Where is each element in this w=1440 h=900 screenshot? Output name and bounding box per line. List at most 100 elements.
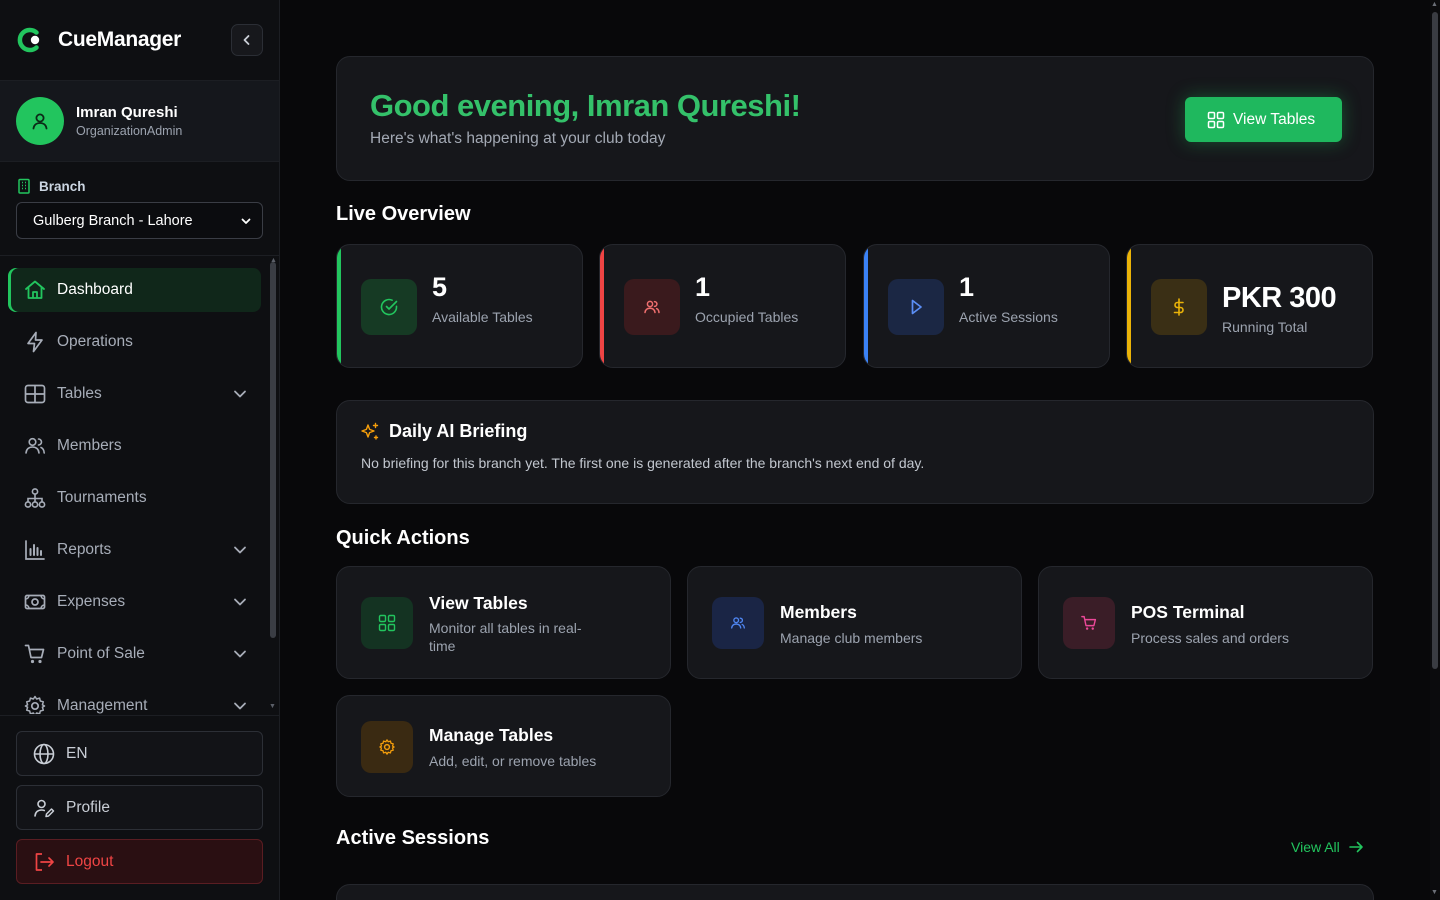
view-all-label: View All [1291,839,1340,855]
stat-value: 5 [432,272,448,302]
nav-scroll-down-arrow[interactable]: ▼ [269,703,276,710]
nav-scrollbar[interactable] [270,262,276,638]
language-button[interactable]: EN [16,731,263,776]
quick-action-icon-box [361,721,413,773]
view-tables-button[interactable]: View Tables [1185,97,1342,142]
collapse-sidebar-button[interactable] [231,24,263,56]
stat-card-available-tables: 5 Available Tables [336,244,583,368]
stat-card-occupied-tables: 1 Occupied Tables [599,244,846,368]
quick-actions-title: Quick Actions [336,527,470,549]
chevron-down-icon [234,390,246,398]
briefing-text: No briefing for this branch yet. The fir… [361,455,925,471]
logout-label: Logout [66,852,114,870]
nav-item-tournaments[interactable]: Tournaments [8,476,261,520]
nav-label: Operations [57,333,133,350]
avatar [16,97,64,145]
main-nav: Dashboard Operations Tables Members Tour… [0,256,279,714]
cart-icon [24,644,45,664]
greeting-card: Good evening, Imran Qureshi! Here's what… [336,56,1374,181]
users-icon [731,617,745,629]
active-sessions-title: Active Sessions [336,827,490,849]
arrow-right-icon [1348,841,1363,853]
globe-icon [33,743,55,764]
nav-item-members[interactable]: Members [8,424,261,468]
active-sessions-card [336,884,1374,900]
nav-item-expenses[interactable]: Expenses [8,580,261,624]
quick-action-manage-tables[interactable]: Manage Tables Add, edit, or remove table… [336,695,671,797]
briefing-title: Daily AI Briefing [389,421,528,441]
stat-accent-bar [864,245,868,367]
main-content: Good evening, Imran Qureshi! Here's what… [280,0,1430,900]
app-name: CueManager [58,28,182,51]
greeting-subtitle: Here's what's happening at your club tod… [370,130,666,147]
profile-button[interactable]: Profile [16,785,263,830]
cart-icon [1081,615,1097,630]
stat-icon-box [888,279,944,335]
stat-icon-box [624,279,680,335]
quick-action-members[interactable]: Members Manage club members [687,566,1022,679]
quick-action-subtitle: Add, edit, or remove tables [429,753,597,769]
page-scroll-up-arrow[interactable]: ▲ [1431,1,1438,8]
lightning-icon [27,331,43,353]
check-circle-icon [380,298,398,316]
quick-action-pos-terminal[interactable]: POS Terminal Process sales and orders [1038,566,1373,679]
nav-item-management[interactable]: Management [8,684,261,714]
branch-select[interactable]: Gulberg Branch - Lahore [16,202,263,239]
sparkles-icon [361,422,379,440]
stat-label: Occupied Tables [695,309,799,325]
user-role: OrganizationAdmin [76,124,183,138]
page-scroll-down-arrow[interactable]: ▼ [1431,889,1438,896]
hierarchy-icon [24,488,46,508]
profile-label: Profile [66,798,110,816]
bar-chart-icon [25,540,45,560]
chevron-down-icon [234,598,246,606]
logout-button[interactable]: Logout [16,839,263,884]
branch-select-value: Gulberg Branch - Lahore [33,212,193,229]
nav-item-operations[interactable]: Operations [8,320,261,364]
chevron-down-icon [241,218,251,224]
stat-value: PKR 300 [1222,282,1337,314]
stat-label: Available Tables [432,309,533,325]
banknote-icon [24,594,46,610]
sidebar: CueManager Imran Qureshi OrganizationAdm… [0,0,280,900]
quick-action-view-tables[interactable]: View Tables Monitor all tables in real-t… [336,566,671,679]
logout-icon [35,852,54,871]
nav-label: Management [57,697,148,714]
chevron-down-icon [234,546,246,554]
quick-action-icon-box [712,597,764,649]
nav-item-point-of-sale[interactable]: Point of Sale [8,632,261,676]
users-icon [644,300,660,314]
home-icon [25,280,45,299]
stat-card-active-sessions: 1 Active Sessions [863,244,1110,368]
nav-item-tables[interactable]: Tables [8,372,261,416]
quick-action-icon-box [361,597,413,649]
nav-item-reports[interactable]: Reports [8,528,261,572]
quick-action-title: View Tables [429,593,528,613]
live-overview-title: Live Overview [336,203,471,225]
stat-card-running-total: PKR 300 Running Total [1126,244,1373,368]
nav-label: Tournaments [57,489,147,506]
nav-label: Reports [57,541,112,558]
grid-icon [1207,111,1225,128]
quick-action-subtitle: Manage club members [780,630,923,646]
nav-label: Expenses [57,593,126,610]
user-icon [32,113,48,130]
page-scrollbar-thumb[interactable] [1432,12,1438,669]
stat-value: 1 [695,272,711,302]
branch-label: Branch [17,178,86,194]
greeting-title: Good evening, Imran Qureshi! [370,88,801,123]
quick-action-subtitle: Monitor all tables in real-time [429,620,582,654]
stat-accent-bar [600,245,604,367]
quick-action-title: Manage Tables [429,725,554,745]
user-name: Imran Qureshi [76,104,178,121]
cuemanager-logo-icon [17,27,40,53]
nav-item-dashboard[interactable]: Dashboard [8,268,261,312]
view-all-link[interactable]: View All [1291,839,1364,855]
quick-action-title: Members [780,602,857,622]
user-edit-icon [34,799,55,817]
dollar-icon [1173,298,1184,316]
quick-action-subtitle: Process sales and orders [1131,630,1289,646]
play-icon [911,299,922,315]
quick-action-title: POS Terminal [1131,602,1245,622]
users-icon [25,437,45,454]
